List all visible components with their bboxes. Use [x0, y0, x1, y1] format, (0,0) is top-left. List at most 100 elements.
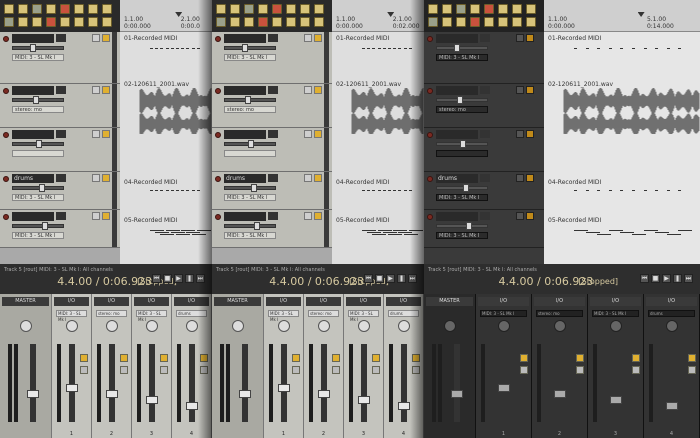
master-pan-knob[interactable]	[231, 320, 244, 332]
mute-button[interactable]	[632, 366, 640, 374]
track-name-field[interactable]	[12, 130, 54, 139]
record-arm-icon[interactable]	[215, 176, 221, 182]
pan-knob[interactable]	[665, 320, 678, 332]
master-fader-track[interactable]	[242, 344, 248, 422]
input-route-select[interactable]: MIDI: 3 - SL Mk I	[12, 232, 64, 239]
toolbar-button[interactable]	[442, 17, 452, 27]
toolbar-button[interactable]	[60, 4, 70, 14]
toolbar-button[interactable]	[258, 4, 268, 14]
toolbar-button[interactable]	[74, 17, 84, 27]
solo-button[interactable]	[160, 354, 168, 362]
solo-button[interactable]	[80, 354, 88, 362]
solo-button[interactable]	[292, 354, 300, 362]
volume-fader[interactable]	[436, 46, 488, 50]
record-arm-icon[interactable]	[215, 36, 221, 42]
timeline-ruler[interactable]: 1.1.00 0:00.000 5.1.00 0:14.000	[544, 0, 700, 32]
input-route-select[interactable]: stereo: mo	[12, 106, 64, 113]
record-arm-icon[interactable]	[215, 214, 221, 220]
toolbar-button[interactable]	[216, 17, 226, 27]
mute-button[interactable]	[304, 212, 312, 220]
strip-route-label[interactable]: MIDI: 3 - SL Mk I	[136, 310, 167, 322]
track-name-field[interactable]: drums	[436, 174, 478, 183]
toolbar-button[interactable]	[512, 17, 522, 27]
mute-button[interactable]	[516, 34, 524, 42]
mute-button[interactable]	[120, 366, 128, 374]
strip-route-label[interactable]: stereo: mo	[96, 310, 127, 317]
io-button[interactable]: I/O	[646, 297, 697, 306]
rewind-icon[interactable]: ⏮	[152, 274, 161, 283]
mute-button[interactable]	[372, 366, 380, 374]
master-pan-knob[interactable]	[19, 320, 32, 332]
fader-knob[interactable]	[463, 184, 469, 192]
record-arm-icon[interactable]	[427, 36, 433, 42]
fader-track[interactable]	[149, 344, 155, 422]
toolbar-button[interactable]	[244, 17, 254, 27]
strip-route-label[interactable]: MIDI: 3 - SL Mk I	[480, 310, 527, 317]
master-fader-knob[interactable]	[27, 390, 39, 398]
pan-knob[interactable]	[277, 320, 290, 332]
mute-button[interactable]	[92, 212, 100, 220]
volume-fader[interactable]	[224, 186, 276, 190]
mute-button[interactable]	[332, 366, 340, 374]
toolbar-button[interactable]	[484, 17, 494, 27]
solo-button[interactable]	[102, 130, 110, 138]
solo-button[interactable]	[526, 130, 534, 138]
solo-button[interactable]	[526, 34, 534, 42]
track-name-field[interactable]	[12, 34, 54, 43]
fader-knob[interactable]	[242, 44, 248, 52]
input-route-select[interactable]	[436, 150, 488, 157]
fader-knob[interactable]	[358, 396, 370, 404]
toolbar-button[interactable]	[32, 4, 42, 14]
toolbar-button[interactable]	[244, 4, 254, 14]
fader-knob[interactable]	[457, 96, 463, 104]
input-route-select[interactable]: MIDI: 3 - SL Mk I	[436, 232, 488, 239]
media-item-label[interactable]: 04-Recorded MIDI	[546, 178, 698, 194]
fader-track[interactable]	[401, 344, 407, 422]
volume-fader[interactable]	[12, 46, 64, 50]
mute-button[interactable]	[304, 86, 312, 94]
fader-knob[interactable]	[466, 222, 472, 230]
track-name-field[interactable]	[224, 34, 266, 43]
io-button[interactable]: I/O	[346, 297, 381, 306]
toolbar-button[interactable]	[498, 17, 508, 27]
toolbar-button[interactable]	[230, 17, 240, 27]
mute-button[interactable]	[516, 212, 524, 220]
pan-knob[interactable]	[357, 320, 370, 332]
mute-button[interactable]	[304, 174, 312, 182]
toolbar-button[interactable]	[286, 4, 296, 14]
strip-route-label[interactable]: MIDI: 3 - SL Mk I	[592, 310, 639, 317]
pan-knob[interactable]	[397, 320, 410, 332]
mute-button[interactable]	[160, 366, 168, 374]
pan-knob[interactable]	[185, 320, 198, 332]
volume-fader[interactable]	[436, 224, 488, 228]
playhead-marker[interactable]	[637, 12, 645, 17]
record-arm-icon[interactable]	[3, 132, 9, 138]
mute-button[interactable]	[576, 366, 584, 374]
pan-knob[interactable]	[553, 320, 566, 332]
mute-button[interactable]	[80, 366, 88, 374]
toolbar-button[interactable]	[286, 17, 296, 27]
input-route-select[interactable]: MIDI: 3 - SL Mk I	[224, 54, 276, 61]
fader-knob[interactable]	[498, 384, 510, 392]
input-route-select[interactable]: MIDI: 3 - SL Mk I	[224, 194, 276, 201]
strip-route-label[interactable]: stereo: mo	[308, 310, 339, 317]
volume-fader[interactable]	[224, 224, 276, 228]
toolbar-button[interactable]	[18, 4, 28, 14]
mute-button[interactable]	[304, 130, 312, 138]
toolbar-button[interactable]	[60, 17, 70, 27]
toolbar-button[interactable]	[272, 4, 282, 14]
fader-knob[interactable]	[398, 402, 410, 410]
record-arm-icon[interactable]	[427, 88, 433, 94]
toolbar-button[interactable]	[102, 17, 112, 27]
input-route-select[interactable]: MIDI: 3 - SL Mk I	[436, 54, 488, 61]
io-button[interactable]: I/O	[94, 297, 129, 306]
pan-knob[interactable]	[317, 320, 330, 332]
mute-button[interactable]	[92, 86, 100, 94]
input-route-select[interactable]: MIDI: 3 - SL Mk I	[436, 194, 488, 201]
master-fader-track[interactable]	[30, 344, 36, 422]
solo-button[interactable]	[526, 86, 534, 94]
mute-button[interactable]	[92, 130, 100, 138]
solo-button[interactable]	[314, 86, 322, 94]
toolbar-button[interactable]	[314, 17, 324, 27]
fader-knob[interactable]	[610, 396, 622, 404]
